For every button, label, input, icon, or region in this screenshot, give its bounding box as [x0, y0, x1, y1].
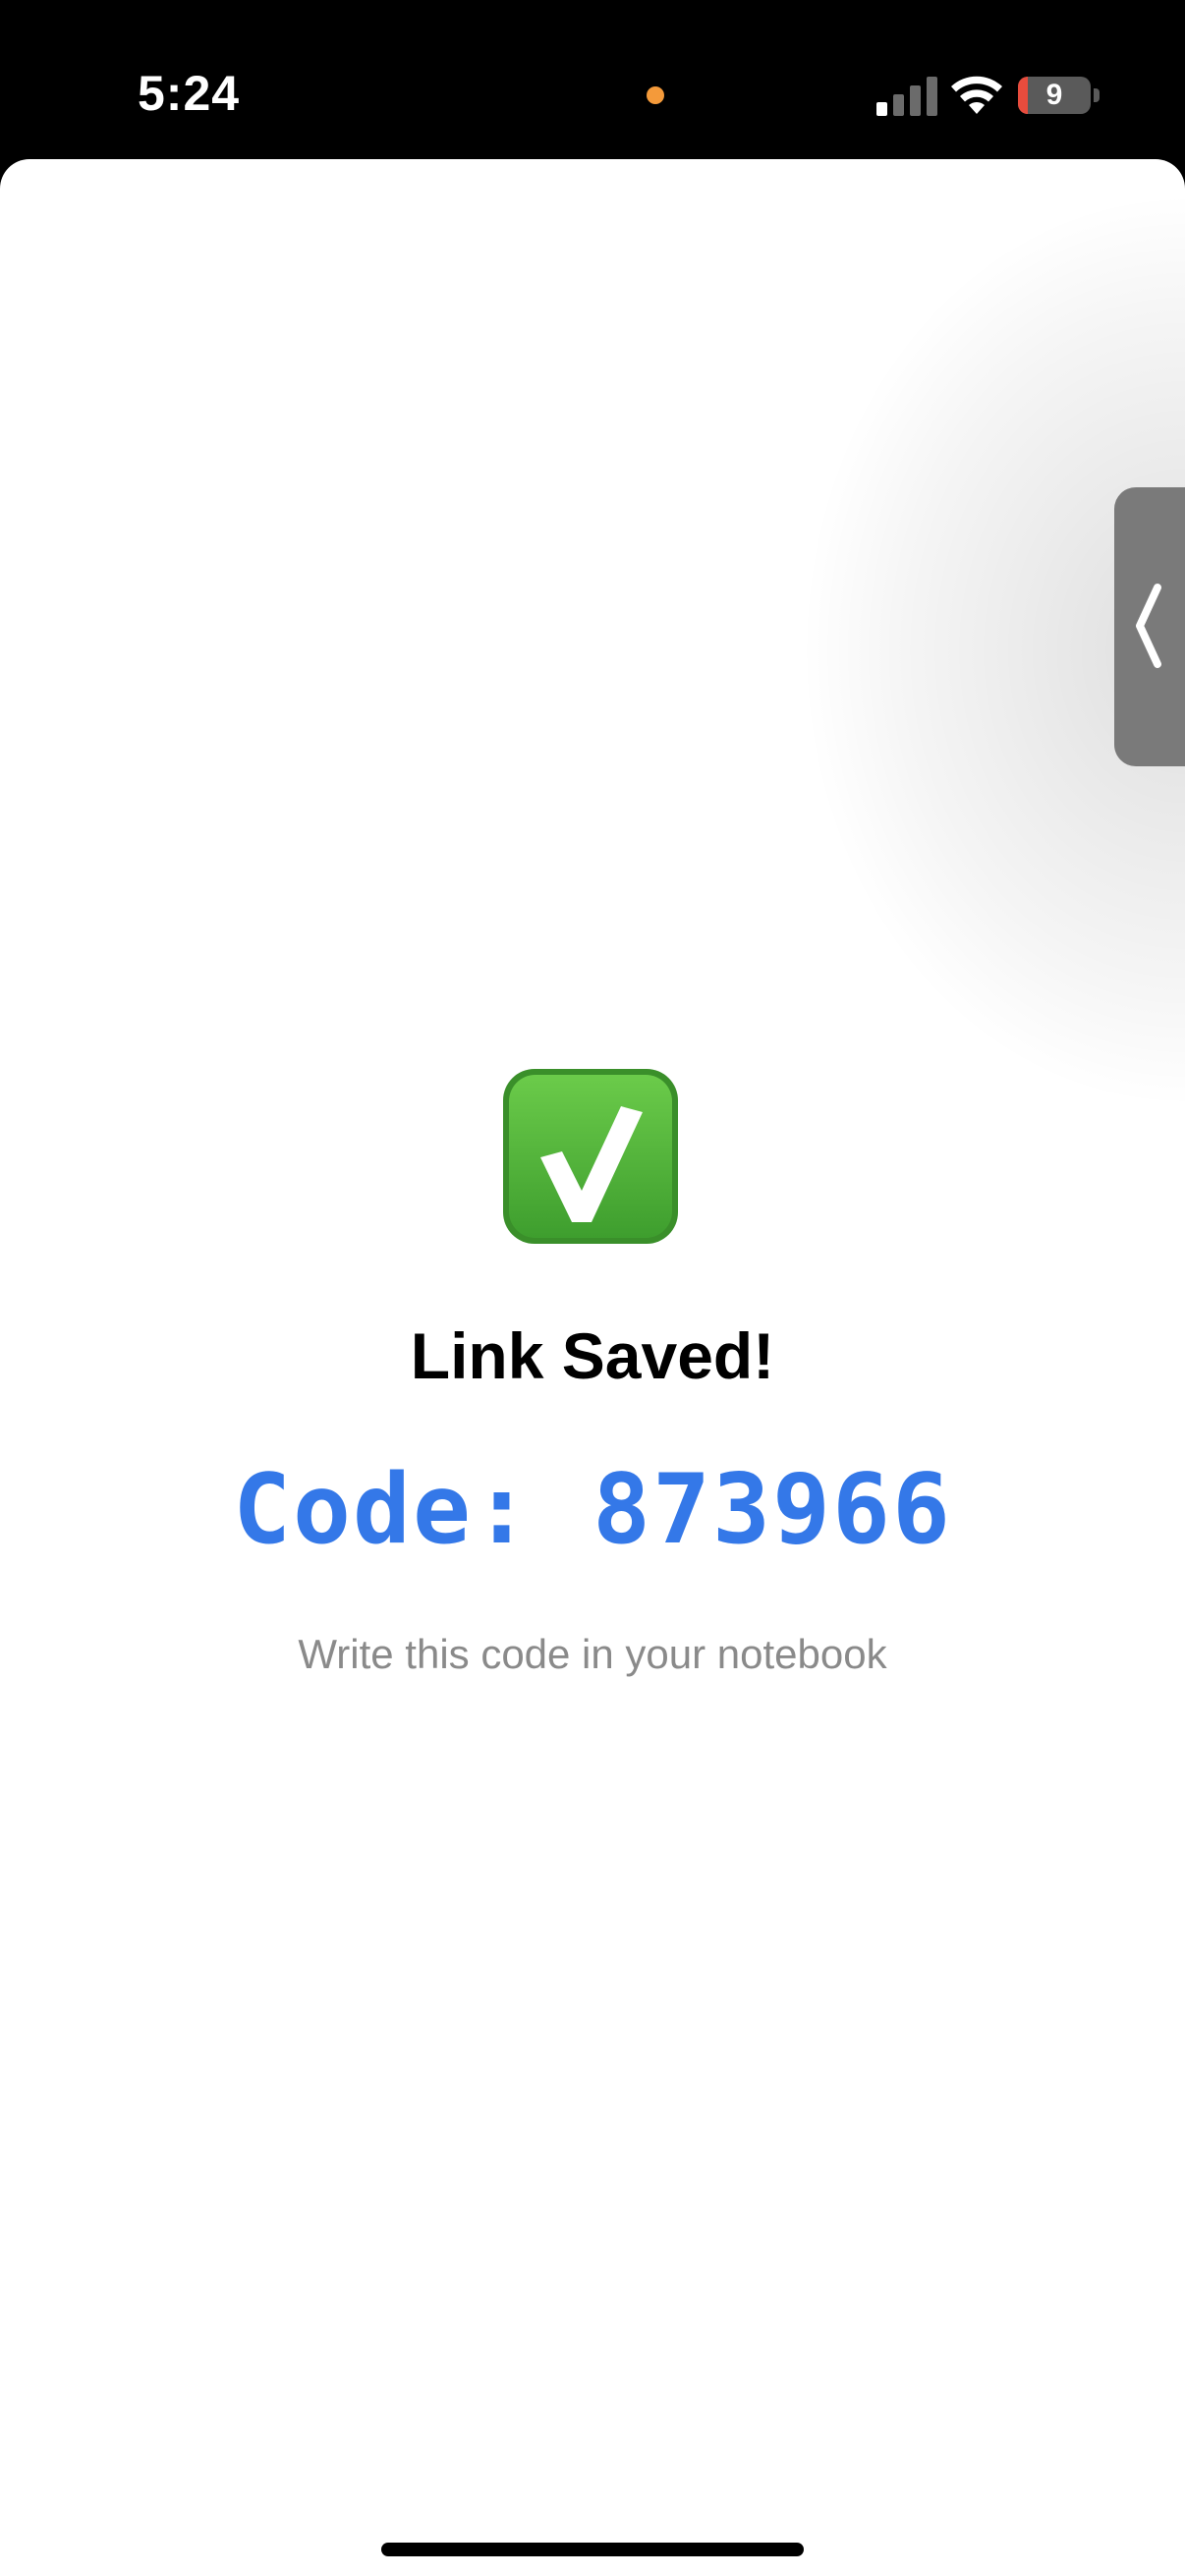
page-title: Link Saved!	[410, 1319, 775, 1392]
status-bar: 5:24 9	[0, 0, 1185, 157]
battery-body: 9	[1018, 77, 1091, 114]
battery-cap	[1094, 88, 1100, 102]
cellular-signal-icon	[876, 77, 937, 116]
battery-icon: 9	[1018, 77, 1100, 114]
battery-level-text: 9	[1045, 79, 1063, 111]
instruction-text: Write this code in your notebook	[298, 1631, 887, 1677]
chevron-left-icon	[1136, 584, 1161, 668]
home-indicator[interactable]	[381, 2543, 804, 2556]
status-time: 5:24	[138, 66, 241, 121]
privacy-indicator-dot	[647, 86, 664, 104]
check-mark-button-icon	[503, 1069, 678, 1244]
wifi-icon	[951, 76, 1002, 114]
confirmation-code: Code: 873966	[232, 1454, 952, 1566]
modal-sheet: Link Saved! Code: 873966 Write this code…	[0, 159, 1185, 2576]
phone-screen: 5:24 9 Link Saved! Code: 873966 Write th…	[0, 0, 1185, 2576]
side-panel-handle[interactable]	[1114, 487, 1185, 766]
